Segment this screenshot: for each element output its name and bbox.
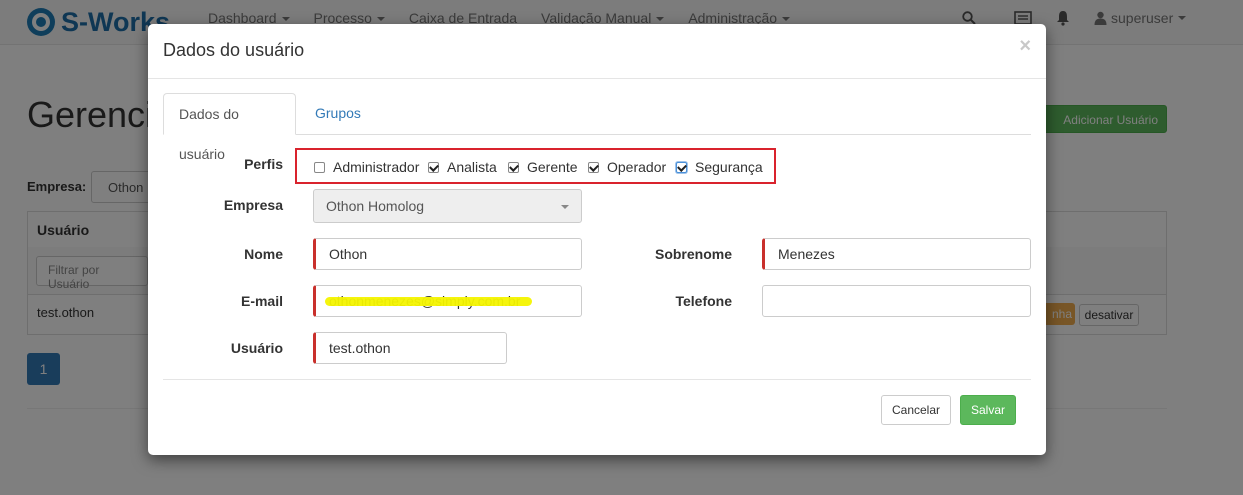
close-icon[interactable]: × [1019,36,1031,56]
checkbox-analista[interactable] [428,161,439,173]
profiles-label: Perfis [244,156,283,172]
checkbox-operador[interactable] [588,161,599,173]
profile-operador[interactable]: Operador [588,159,666,175]
modal-title: Dados do usuário [163,40,305,60]
phone-label: Telefone [675,293,732,309]
cancel-button[interactable]: Cancelar [881,395,951,425]
redaction-highlight [325,297,532,306]
user-data-modal: Dados do usuário × Dados do usuário Grup… [148,24,1046,455]
username-field[interactable] [313,332,507,364]
checkbox-administrador[interactable] [314,161,325,173]
save-button[interactable]: Salvar [960,395,1016,425]
profile-seguranca[interactable]: Segurança [676,159,763,175]
tab-grupos[interactable]: Grupos [300,93,376,134]
modal-tabs: Dados do usuário Grupos [163,93,1031,162]
phone-field[interactable] [762,285,1031,317]
chevron-down-icon [561,205,569,209]
checkbox-gerente[interactable] [508,161,519,173]
profile-gerente[interactable]: Gerente [508,159,578,175]
company-select[interactable]: Othon Homolog [313,189,582,223]
last-name-label: Sobrenome [654,246,732,262]
profile-analista[interactable]: Analista [428,159,497,175]
email-label: E-mail [240,293,283,309]
company-label: Empresa [223,197,283,213]
modal-header: Dados do usuário × [148,24,1046,79]
first-name-label: Nome [244,246,283,262]
checkbox-seguranca[interactable] [676,161,687,173]
profiles-highlight-box: Administrador Analista Gerente Operador … [295,148,776,184]
profile-administrador[interactable]: Administrador [314,159,419,175]
last-name-input[interactable] [762,238,1031,270]
modal-footer-divider [163,379,1031,380]
username-label: Usuário [230,340,283,356]
tab-dados-do-usuario[interactable]: Dados do usuário [163,93,296,162]
first-name-input[interactable] [313,238,582,270]
